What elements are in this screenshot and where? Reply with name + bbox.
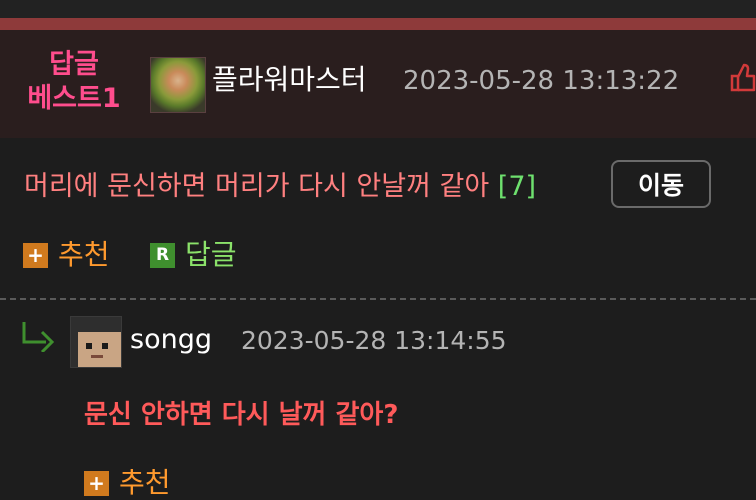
author-name[interactable]: 플라워마스터 — [212, 62, 367, 98]
plus-square-icon: + — [23, 242, 48, 268]
author-name[interactable]: songg — [130, 322, 212, 358]
avatar[interactable] — [150, 57, 206, 113]
recommend-label: 추천 — [119, 466, 171, 499]
recommend-label: 추천 — [58, 238, 110, 271]
comment-text: 머리에 문신하면 머리가 다시 안날꺼 같아 [7] — [24, 170, 536, 204]
move-button[interactable]: 이동 — [611, 160, 711, 208]
divider — [0, 298, 756, 300]
comment-date: 2023-05-28 13:13:22 — [403, 66, 680, 96]
badge-line-2: 베스트1 — [27, 83, 121, 114]
badge-line-1: 답글 — [49, 49, 99, 80]
best-accent-bar — [0, 18, 756, 30]
avatar[interactable] — [70, 316, 122, 368]
reply-label: 답글 — [185, 238, 237, 271]
best-comment-header: 답글 베스트1 플라워마스터 2023-05-28 13:13:22 — [0, 30, 756, 138]
reply-count[interactable]: [7] — [498, 171, 536, 202]
top-strip — [0, 0, 756, 18]
reply-arrow-icon — [20, 320, 56, 354]
comment-body: 머리에 문신하면 머리가 다시 안날꺼 같아 — [24, 171, 490, 202]
plus-square-icon: + — [84, 470, 109, 496]
reply-button[interactable]: R 답글 — [150, 238, 237, 272]
comment-date: 2023-05-28 13:14:55 — [241, 326, 507, 355]
recommend-button[interactable]: + 추천 — [23, 238, 110, 272]
recommend-button[interactable]: + 추천 — [84, 466, 171, 500]
r-square-icon: R — [150, 242, 175, 268]
reply-text: 문신 안하면 다시 날꺼 같아? — [84, 400, 399, 430]
best-reply-badge: 답글 베스트1 — [22, 48, 126, 116]
thumbs-up-icon[interactable] — [728, 60, 756, 94]
